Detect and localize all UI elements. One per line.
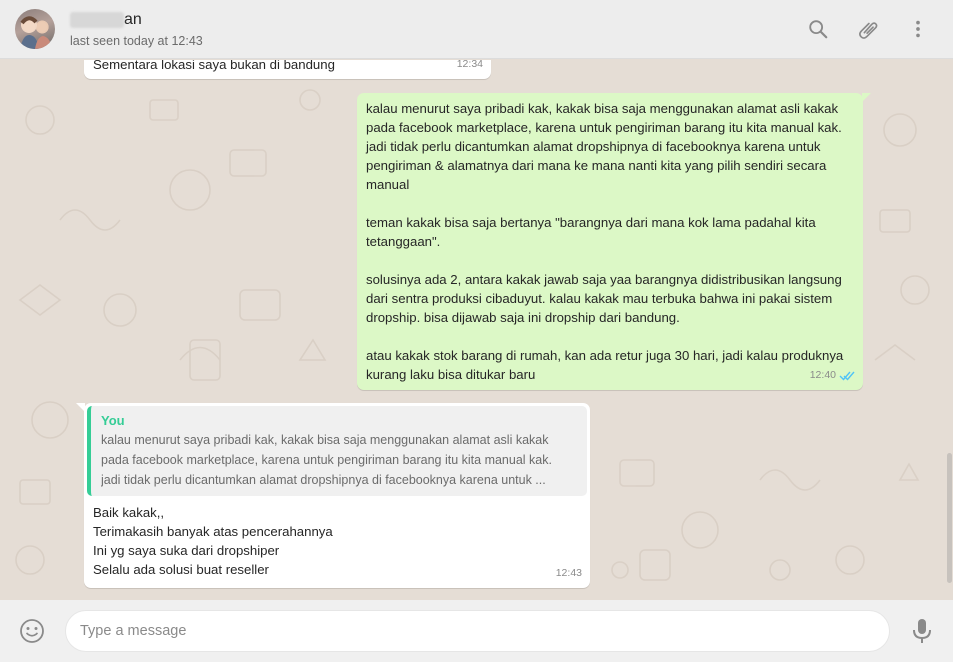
attach-button[interactable] xyxy=(855,16,881,42)
emoji-icon xyxy=(20,619,44,643)
double-check-icon xyxy=(839,371,855,381)
message-time: 12:43 xyxy=(555,567,582,579)
message-paragraph: kalau menurut saya pribadi kak, kakak bi… xyxy=(366,101,842,192)
incoming-message[interactable]: Sementara lokasi saya bukan di bandung 1… xyxy=(84,60,491,79)
last-seen-status: last seen today at 12:43 xyxy=(70,34,203,48)
microphone-icon xyxy=(913,619,931,643)
search-icon xyxy=(809,20,828,39)
contact-name-visible: an xyxy=(124,11,142,28)
message-time: 12:40 xyxy=(809,369,836,381)
contact-avatar[interactable] xyxy=(15,9,55,49)
message-input[interactable] xyxy=(66,611,889,651)
quoted-line: jadi tidak perlu dicantumkan alamat drop… xyxy=(101,473,546,487)
message-paragraph: teman kakak bisa saja bertanya "barangny… xyxy=(366,215,816,249)
quoted-message[interactable]: You kalau menurut saya pribadi kak, kaka… xyxy=(87,406,587,496)
bubble-tail xyxy=(76,403,85,412)
attach-icon xyxy=(859,22,878,39)
message-timestamp: 12:34 xyxy=(457,60,483,74)
message-timestamp: 12:40 xyxy=(810,366,855,385)
incoming-reply-message[interactable]: You kalau menurut saya pribadi kak, kaka… xyxy=(76,403,590,588)
message-input-container[interactable] xyxy=(65,610,890,652)
quoted-text: kalau menurut saya pribadi kak, kakak bi… xyxy=(101,430,577,490)
message-line: Selalu ada solusi buat reseller xyxy=(93,562,269,577)
quoted-line: kalau menurut saya pribadi kak, kakak bi… xyxy=(101,433,549,447)
menu-icon xyxy=(916,20,920,38)
message-paragraph: atau kakak stok barang di rumah, kan ada… xyxy=(366,348,844,382)
bubble-tail xyxy=(862,93,871,102)
message-line: Terimakasih banyak atas pencerahannya xyxy=(93,524,333,539)
message-text: Sementara lokasi saya bukan di bandung xyxy=(93,60,335,72)
message-body: Baik kakak,, Terimakasih banyak atas pen… xyxy=(87,496,587,579)
microphone-button[interactable] xyxy=(910,617,934,645)
quoted-line: pada facebook marketplace, karena untuk … xyxy=(101,453,552,467)
scrollbar-thumb[interactable] xyxy=(947,453,952,583)
blurred-name-redaction xyxy=(70,12,124,28)
message-line: Baik kakak,, xyxy=(93,505,165,520)
quoted-author: You xyxy=(101,413,125,428)
message-list[interactable]: Sementara lokasi saya bukan di bandung 1… xyxy=(0,60,953,600)
contact-name[interactable]: an xyxy=(70,11,142,29)
outgoing-message[interactable]: kalau menurut saya pribadi kak, kakak bi… xyxy=(357,93,871,390)
search-button[interactable] xyxy=(805,16,831,42)
message-time: 12:34 xyxy=(456,60,483,70)
message-timestamp: 12:43 xyxy=(556,564,582,583)
menu-button[interactable] xyxy=(905,16,931,42)
chat-header: an last seen today at 12:43 xyxy=(0,0,953,59)
message-line: Ini yg saya suka dari dropshiper xyxy=(93,543,280,558)
emoji-button[interactable] xyxy=(19,618,45,644)
composer-bar xyxy=(0,600,953,662)
message-paragraph: solusinya ada 2, antara kakak jawab saja… xyxy=(366,272,842,325)
